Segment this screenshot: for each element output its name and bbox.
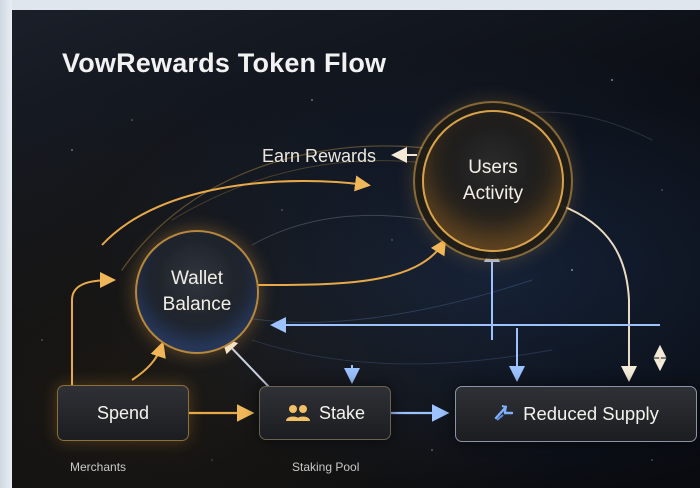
users-activity-node: Users Activity — [422, 110, 564, 252]
wallet-to-users-lower-arrow — [256, 238, 447, 286]
merchants-caption: Merchants — [70, 460, 127, 474]
staking-pool-caption: Staking Pool — [292, 460, 360, 474]
wallet-balance-line2: Balance — [162, 294, 232, 315]
users-to-supply-arrow — [559, 204, 637, 382]
reduced-supply-node: Reduced Supply — [455, 386, 697, 442]
wallet-balance-node: Wallet Balance — [135, 230, 259, 354]
stake-to-wallet-arrow — [221, 337, 271, 389]
users-activity-line2: Activity — [462, 183, 524, 204]
spend-label: Spend — [96, 402, 150, 423]
page-title: VowRewards Token Flow — [62, 48, 387, 78]
spend-to-wallet-arrow — [71, 272, 116, 385]
reduced-supply-label: Reduced Supply — [523, 403, 659, 424]
people-icon — [285, 404, 311, 422]
spend-node: Spend — [57, 385, 189, 441]
wallet-balance-line1: Wallet — [170, 268, 224, 289]
stake-node: Stake — [259, 386, 391, 440]
arrow-swap-icon — [493, 404, 515, 424]
stake-label: Stake — [318, 402, 366, 423]
left-edge-strip — [0, 0, 12, 488]
users-activity-line1: Users — [468, 157, 518, 178]
diagram-canvas: VowRewards Token Flow Earn Rewards Users… — [12, 10, 700, 488]
wallet-to-users-arrow — [101, 175, 371, 246]
earn-rewards-label: Earn Rewards — [262, 146, 377, 166]
spend-diagonal-arrow — [131, 341, 166, 381]
